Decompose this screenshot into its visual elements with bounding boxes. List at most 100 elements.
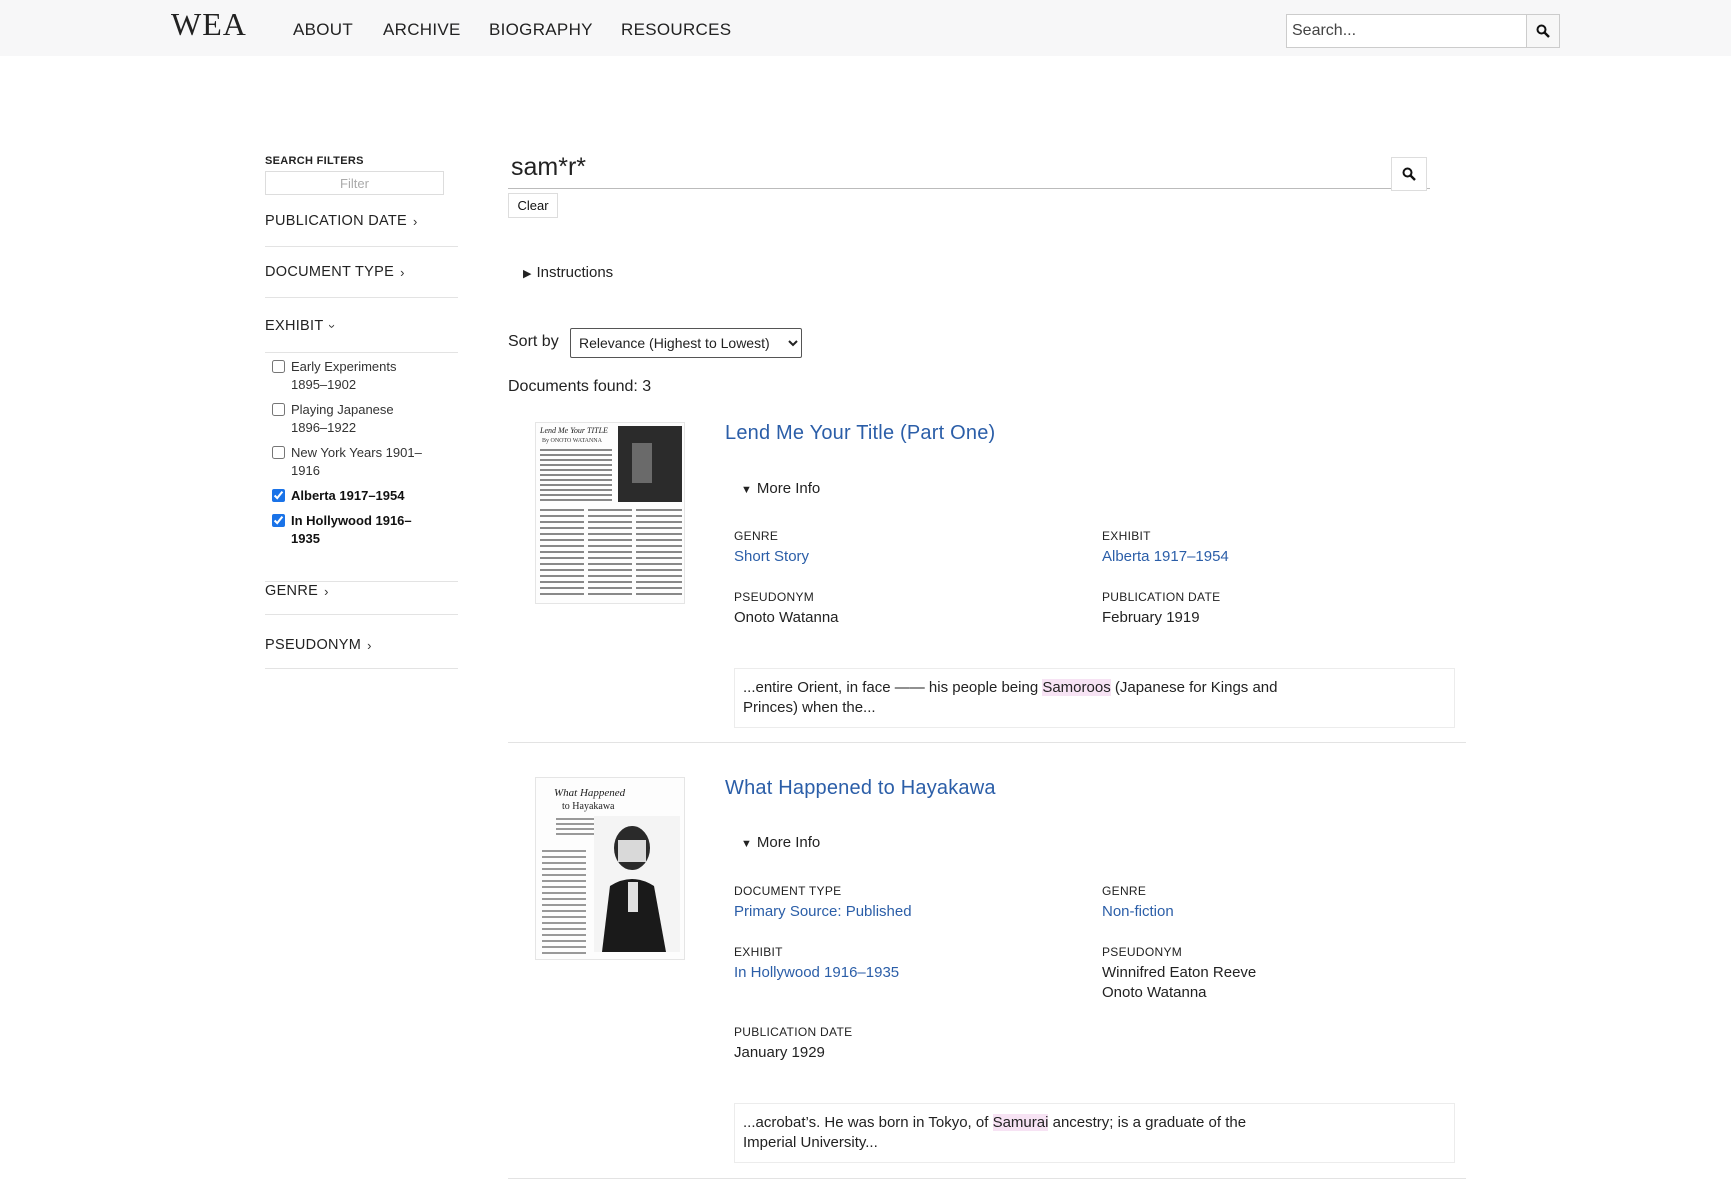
exhibit-checkbox[interactable] bbox=[272, 360, 285, 373]
exhibit-option-playing-japanese[interactable]: Playing Japanese 1896–1922 bbox=[272, 401, 432, 437]
chevron-down-icon: › bbox=[324, 323, 340, 329]
exhibit-value-link[interactable]: Alberta 1917–1954 bbox=[1102, 547, 1229, 567]
snippet-highlight: Samurai bbox=[992, 1114, 1049, 1131]
result-item: Lend Me Your TITLE By ONOTO WATANNA Lend… bbox=[508, 402, 1466, 743]
genre-value-link[interactable]: Non-fiction bbox=[1102, 902, 1174, 922]
facet-exhibit-label: EXHIBIT bbox=[265, 318, 324, 334]
exhibit-value-link[interactable]: In Hollywood 1916–1935 bbox=[734, 963, 899, 983]
newspaper-page-image: What Happened to Hayakawa bbox=[536, 778, 684, 959]
caret-right-icon: ▶ bbox=[523, 268, 532, 280]
exhibit-option-early-experiments[interactable]: Early Experiments 1895–1902 bbox=[272, 358, 432, 394]
result-snippet: ...acrobat’s. He was born in Tokyo, of S… bbox=[734, 1103, 1455, 1163]
nav-about[interactable]: ABOUT bbox=[293, 20, 353, 40]
more-info-toggle[interactable]: ▼ More Info bbox=[741, 834, 820, 851]
site-logo[interactable]: WEA bbox=[171, 6, 247, 43]
facet-document-type: DOCUMENT TYPE › bbox=[265, 263, 458, 298]
facet-pseudonym: PSEUDONYM › bbox=[265, 636, 458, 669]
exhibit-option-label: Early Experiments 1895–1902 bbox=[291, 359, 397, 392]
document-thumbnail[interactable]: What Happened to Hayakawa bbox=[535, 777, 685, 960]
result-snippet: ...entire Orient, in face —— his people … bbox=[734, 668, 1455, 728]
pseudonym-label: PSEUDONYM bbox=[1102, 945, 1183, 959]
more-info-toggle[interactable]: ▼ More Info bbox=[741, 480, 820, 497]
svg-text:What Happened: What Happened bbox=[554, 787, 626, 799]
sort-by-label: Sort by bbox=[508, 333, 559, 350]
chevron-right-icon: › bbox=[324, 583, 329, 599]
facet-pseudonym-toggle[interactable]: PSEUDONYM › bbox=[265, 637, 372, 653]
svg-text:By ONOTO WATANNA: By ONOTO WATANNA bbox=[542, 438, 603, 444]
top-search-button[interactable] bbox=[1526, 15, 1559, 47]
exhibit-option-new-york-years[interactable]: New York Years 1901–1916 bbox=[272, 444, 432, 480]
search-icon bbox=[1536, 24, 1550, 38]
newspaper-page-image: Lend Me Your TITLE By ONOTO WATANNA bbox=[536, 423, 684, 603]
facet-publication-date-toggle[interactable]: PUBLICATION DATE › bbox=[265, 213, 418, 229]
facet-genre: GENRE › bbox=[265, 581, 458, 615]
snippet-text: ...entire Orient, in face —— his people … bbox=[743, 678, 1303, 718]
clear-button[interactable]: Clear bbox=[508, 193, 558, 218]
exhibit-checkbox[interactable] bbox=[272, 514, 285, 527]
main-search-button[interactable] bbox=[1391, 157, 1427, 191]
snippet-before: ...acrobat’s. He was born in Tokyo, of bbox=[743, 1114, 993, 1131]
publication-date-value: February 1919 bbox=[1102, 609, 1200, 626]
document-type-label: DOCUMENT TYPE bbox=[734, 884, 842, 898]
instructions-toggle[interactable]: ▶ Instructions bbox=[523, 264, 613, 281]
chevron-right-icon: › bbox=[400, 264, 405, 280]
facet-genre-toggle[interactable]: GENRE › bbox=[265, 583, 329, 599]
result-item: What Happened to Hayakawa What Happened … bbox=[508, 757, 1466, 1179]
document-type-value-link[interactable]: Primary Source: Published bbox=[734, 902, 912, 922]
caret-down-icon: ▼ bbox=[741, 838, 752, 850]
pseudonym-label: PSEUDONYM bbox=[734, 590, 815, 604]
documents-found-count: Documents found: 3 bbox=[508, 378, 652, 395]
more-info-label: More Info bbox=[756, 834, 821, 851]
facet-document-type-toggle[interactable]: DOCUMENT TYPE › bbox=[265, 264, 405, 280]
more-info-label: More Info bbox=[756, 480, 821, 497]
facet-document-type-label: DOCUMENT TYPE bbox=[265, 264, 395, 280]
facet-publication-date: PUBLICATION DATE › bbox=[265, 212, 458, 247]
snippet-highlight: Samoroos bbox=[1042, 679, 1111, 696]
publication-date-label: PUBLICATION DATE bbox=[1102, 590, 1221, 604]
main-search-input[interactable] bbox=[508, 147, 1388, 187]
genre-label: GENRE bbox=[1102, 884, 1147, 898]
pseudonym-value: Onoto Watanna bbox=[1102, 984, 1207, 1001]
exhibit-options: Early Experiments 1895–1902 Playing Japa… bbox=[272, 358, 432, 555]
exhibit-label: EXHIBIT bbox=[734, 945, 783, 959]
chevron-right-icon: › bbox=[413, 213, 418, 229]
facet-exhibit-toggle[interactable]: EXHIBIT › bbox=[265, 318, 339, 334]
result-title-link[interactable]: Lend Me Your Title (Part One) bbox=[725, 422, 995, 445]
exhibit-option-label: In Hollywood 1916–1935 bbox=[291, 513, 412, 546]
search-icon bbox=[1402, 167, 1416, 181]
result-title-link[interactable]: What Happened to Hayakawa bbox=[725, 777, 996, 800]
exhibit-label: EXHIBIT bbox=[1102, 529, 1151, 543]
sort-select[interactable]: Relevance (Highest to Lowest) bbox=[570, 328, 802, 358]
exhibit-option-in-hollywood[interactable]: In Hollywood 1916–1935 bbox=[272, 512, 432, 548]
genre-value-link[interactable]: Short Story bbox=[734, 547, 809, 567]
nav-biography[interactable]: BIOGRAPHY bbox=[489, 20, 593, 40]
svg-text:Lend Me Your TITLE: Lend Me Your TITLE bbox=[539, 426, 608, 435]
pseudonym-value: Onoto Watanna bbox=[734, 609, 839, 626]
search-filters-heading: SEARCH FILTERS bbox=[265, 155, 364, 167]
top-search-box bbox=[1286, 14, 1560, 48]
main-search-box bbox=[508, 147, 1430, 191]
publication-date-label: PUBLICATION DATE bbox=[734, 1025, 853, 1039]
facet-genre-label: GENRE bbox=[265, 583, 319, 599]
exhibit-checkbox[interactable] bbox=[272, 403, 285, 416]
svg-text:to Hayakawa: to Hayakawa bbox=[562, 801, 615, 812]
document-thumbnail[interactable]: Lend Me Your TITLE By ONOTO WATANNA bbox=[535, 422, 685, 604]
publication-date-value: January 1929 bbox=[734, 1044, 825, 1061]
top-navbar: WEA ABOUT ARCHIVE BIOGRAPHY RESOURCES bbox=[0, 0, 1731, 56]
facet-pseudonym-label: PSEUDONYM bbox=[265, 637, 362, 653]
top-search-input[interactable] bbox=[1287, 15, 1526, 47]
exhibit-option-label: Alberta 1917–1954 bbox=[291, 488, 405, 503]
exhibit-checkbox[interactable] bbox=[272, 489, 285, 502]
facet-publication-date-label: PUBLICATION DATE bbox=[265, 213, 408, 229]
caret-down-icon: ▼ bbox=[741, 484, 752, 496]
snippet-before: ...entire Orient, in face —— his people … bbox=[743, 679, 1043, 696]
exhibit-option-alberta[interactable]: Alberta 1917–1954 bbox=[272, 487, 432, 505]
snippet-text: ...acrobat’s. He was born in Tokyo, of S… bbox=[743, 1113, 1303, 1153]
instructions-label: Instructions bbox=[536, 264, 614, 281]
exhibit-option-label: Playing Japanese 1896–1922 bbox=[291, 402, 394, 435]
chevron-right-icon: › bbox=[367, 637, 372, 653]
nav-archive[interactable]: ARCHIVE bbox=[383, 20, 461, 40]
exhibit-checkbox[interactable] bbox=[272, 446, 285, 459]
filter-input[interactable] bbox=[265, 171, 444, 195]
nav-resources[interactable]: RESOURCES bbox=[621, 20, 731, 40]
